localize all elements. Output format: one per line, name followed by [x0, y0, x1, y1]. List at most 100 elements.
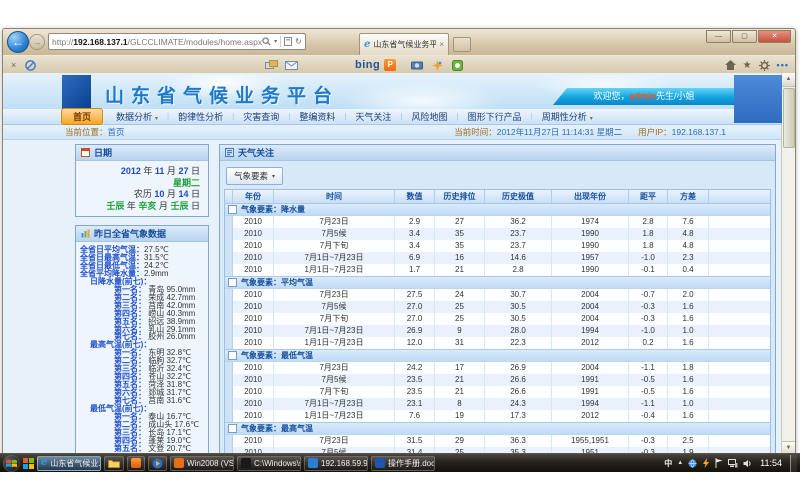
- nav-item-周期性分析[interactable]: 周期性分析▾: [533, 110, 602, 123]
- more-options-icon[interactable]: •••: [777, 60, 789, 70]
- group-checkbox[interactable]: [228, 205, 237, 214]
- vertical-scrollbar[interactable]: ▲ ▼: [781, 73, 795, 455]
- cell: 26.9: [485, 362, 552, 374]
- favorites-star-icon[interactable]: ★: [743, 60, 752, 71]
- table-row[interactable]: 20101月1日~7月23日12.03122.320120.21.6: [225, 337, 770, 349]
- table-row[interactable]: 20107月23日2.92736.219742.87.6: [225, 216, 770, 228]
- table-row[interactable]: 20107月23日31.52936.31955,1951-0.32.5: [225, 435, 770, 447]
- table-row[interactable]: 20107月下旬23.52126.61991-0.51.6: [225, 386, 770, 398]
- browser-tab[interactable]: e 山东省气候业务平... ×: [359, 33, 449, 55]
- table-row[interactable]: 20107月下旬3.43523.719901.84.8: [225, 240, 770, 252]
- cell: 23.5: [395, 374, 435, 386]
- close-sidebar-icon[interactable]: ×: [11, 60, 16, 70]
- table-row[interactable]: 20107月下旬27.02530.52004-0.31.6: [225, 313, 770, 325]
- cards-icon[interactable]: [265, 60, 278, 71]
- url-protocol: http://: [52, 34, 73, 50]
- pinned-app-icon[interactable]: [23, 458, 34, 469]
- bing-logo[interactable]: bing: [355, 59, 380, 71]
- taskbar-clock[interactable]: 11:54: [757, 458, 785, 468]
- nav-item-灾害查询[interactable]: 灾害查询: [234, 110, 288, 123]
- forward-button[interactable]: →: [29, 34, 45, 50]
- cell: 31.5: [395, 435, 435, 447]
- group-row[interactable]: 气象要素：最高气温: [225, 422, 770, 435]
- block-icon[interactable]: [25, 60, 36, 71]
- table-row[interactable]: 20101月1日~7月23日1.7212.81990-0.10.4: [225, 264, 770, 276]
- nav-item-整编资料[interactable]: 整编资料: [290, 110, 344, 123]
- cell: 6.9: [395, 252, 435, 264]
- back-button[interactable]: ←: [7, 31, 29, 53]
- taskbar-window-button[interactable]: 192.168.59.99...: [304, 456, 368, 471]
- table-row[interactable]: 20107月5候3.43523.719901.84.8: [225, 228, 770, 240]
- nav-item-韵律性分析[interactable]: 韵律性分析: [169, 110, 232, 123]
- table-row[interactable]: 20101月1日~7月23日7.61917.32012-0.41.6: [225, 410, 770, 422]
- taskbar-window-button[interactable]: 操作手册.docx ...: [371, 456, 435, 471]
- scrollbar-thumb[interactable]: [783, 88, 795, 148]
- sparkle-icon[interactable]: [432, 60, 443, 71]
- network-icon[interactable]: [728, 459, 738, 468]
- table-row[interactable]: 20107月1日~7月23日23.1824.31994-1.11.0: [225, 398, 770, 410]
- mail-icon[interactable]: [285, 61, 298, 70]
- flag-icon[interactable]: [715, 458, 723, 468]
- group-checkbox[interactable]: [228, 278, 237, 287]
- nav-item-首页[interactable]: 首页: [61, 108, 103, 125]
- refresh-icon[interactable]: ↻: [295, 34, 302, 50]
- table-row[interactable]: 20107月23日27.52430.72004-0.72.0: [225, 289, 770, 301]
- flash-icon[interactable]: [702, 458, 710, 468]
- network-globe-icon[interactable]: [688, 459, 697, 468]
- search-icon[interactable]: [262, 37, 271, 46]
- nav-item-天气关注[interactable]: 天气关注: [346, 110, 400, 123]
- show-desktop-button[interactable]: [790, 455, 797, 472]
- scroll-up-icon[interactable]: ▲: [782, 73, 795, 87]
- table-row[interactable]: 20107月5候27.02530.52004-0.31.6: [225, 301, 770, 313]
- table-row[interactable]: 20107月1日~7月23日6.91614.61957-1.02.3: [225, 252, 770, 264]
- tab-title: 山东省气候业务平...: [373, 39, 436, 50]
- maximize-button[interactable]: ▢: [732, 30, 757, 43]
- close-button[interactable]: ✕: [758, 30, 791, 43]
- group-row[interactable]: 气象要素：降水量: [225, 203, 770, 216]
- p-badge-icon[interactable]: P: [384, 59, 396, 71]
- tab-close-icon[interactable]: ×: [439, 40, 444, 49]
- date-panel-body: 2012 年 11 月 27 日 星期二 农历 10 月 14 日 壬辰 年 辛…: [76, 161, 208, 216]
- rank-value: 文登 20.7℃: [146, 444, 191, 453]
- row-indent: [225, 325, 233, 337]
- new-tab-button[interactable]: [453, 37, 471, 52]
- search-dropdown-icon[interactable]: ▾: [274, 34, 277, 50]
- language-indicator[interactable]: 中: [664, 458, 672, 469]
- cell: -0.5: [629, 386, 668, 398]
- taskbar-media-app-button[interactable]: [127, 456, 145, 471]
- nav-item-数据分析[interactable]: 数据分析▾: [107, 110, 167, 123]
- group-row[interactable]: 气象要素：最低气温: [225, 349, 770, 362]
- taskbar-explorer-button[interactable]: [104, 456, 124, 471]
- taskbar-window-button[interactable]: Win2008 (VS2...: [170, 456, 234, 471]
- taskbar-ie-window-button[interactable]: e 山东省气候业...: [37, 456, 101, 471]
- taskbar-window-button[interactable]: C:\Windows\s...: [237, 456, 301, 471]
- element-filter-button[interactable]: 气象要素 ▾: [226, 167, 283, 185]
- gear-icon[interactable]: [759, 60, 770, 71]
- start-button[interactable]: [3, 455, 20, 472]
- nav-item-风险地图[interactable]: 风险地图: [403, 110, 457, 123]
- group-row[interactable]: 气象要素：平均气温: [225, 276, 770, 289]
- player-icon: [152, 458, 163, 469]
- volume-icon[interactable]: [743, 459, 752, 468]
- group-checkbox[interactable]: [228, 424, 237, 433]
- ganzhi-month: 辛亥: [138, 201, 156, 211]
- address-bar[interactable]: http://192.168.137.1/GLCCLIMATE/modules/…: [48, 33, 306, 50]
- show-hidden-icons[interactable]: ▲: [677, 460, 683, 466]
- camera-icon[interactable]: [411, 60, 423, 70]
- compatibility-icon[interactable]: [284, 37, 292, 46]
- table-row[interactable]: 20107月23日24.21726.92004-1.11.8: [225, 362, 770, 374]
- stop-icon[interactable]: ×: [305, 34, 306, 50]
- group-checkbox[interactable]: [228, 351, 237, 360]
- nav-item-图形下行产品[interactable]: 图形下行产品: [459, 110, 531, 123]
- table-row[interactable]: 20107月5候23.52126.61991-0.51.6: [225, 374, 770, 386]
- minimize-button[interactable]: —: [706, 30, 731, 43]
- column-header-0: 年份: [233, 190, 274, 203]
- home-icon[interactable]: [725, 60, 736, 70]
- cell: 7月下旬: [274, 386, 395, 398]
- taskbar-player-button[interactable]: [148, 456, 167, 471]
- table-row[interactable]: 20107月1日~7月23日26.9928.01994-1.01.0: [225, 325, 770, 337]
- cell: 17.3: [485, 410, 552, 422]
- cell: 1.6: [668, 337, 709, 349]
- row-indent: [225, 252, 233, 264]
- recycle-icon[interactable]: [452, 60, 463, 71]
